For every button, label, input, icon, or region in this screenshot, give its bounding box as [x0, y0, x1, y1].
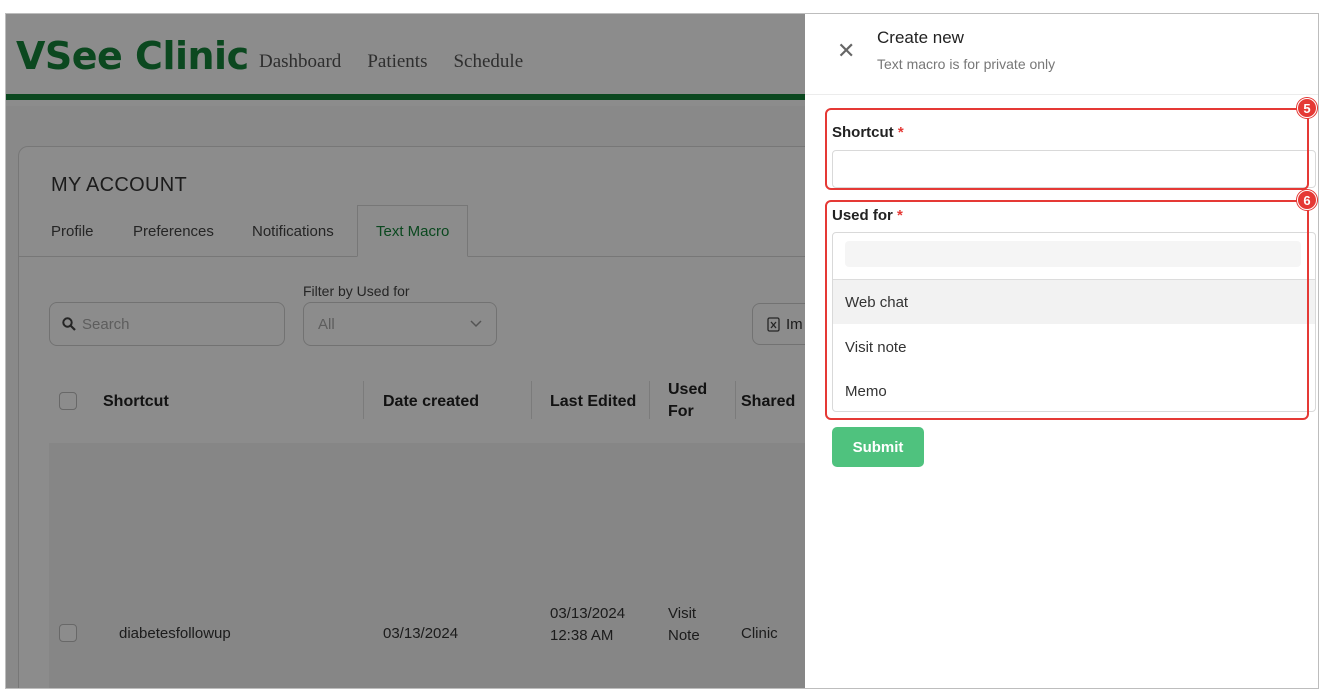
annotation-box-5	[825, 108, 1309, 190]
annotation-badge-6: 6	[1297, 190, 1317, 210]
close-icon[interactable]: ✕	[837, 40, 855, 62]
annotation-badge-5: 5	[1297, 98, 1317, 118]
drawer-title: Create new	[877, 28, 964, 47]
drawer-header: ✕ Create new Text macro is for private o…	[805, 14, 1318, 95]
app-window: VSee Clinic Dashboard Patients Schedule …	[5, 13, 1319, 689]
drawer-subtitle: Text macro is for private only	[877, 56, 1056, 72]
create-macro-drawer: ✕ Create new Text macro is for private o…	[805, 14, 1318, 688]
annotation-box-6	[825, 200, 1309, 420]
submit-button[interactable]: Submit	[832, 427, 924, 467]
